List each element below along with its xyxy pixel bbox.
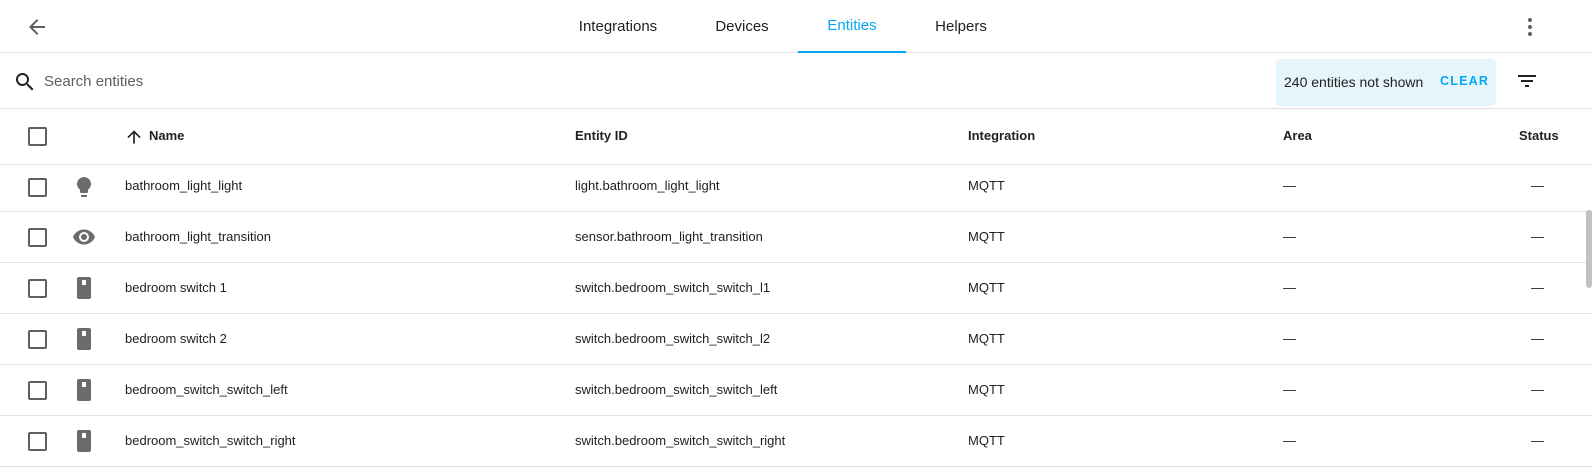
table-row[interactable]: bedroom_switch_switch_left switch.bedroo… — [0, 365, 1592, 416]
entity-area: — — [1283, 433, 1296, 448]
entity-status: — — [1531, 433, 1544, 448]
row-checkbox[interactable] — [28, 381, 47, 400]
filter-button[interactable] — [1514, 69, 1540, 93]
light-switch-icon — [77, 379, 91, 401]
entity-area: — — [1283, 382, 1296, 397]
entity-integration: MQTT — [968, 229, 1005, 244]
entity-id: switch.bedroom_switch_switch_right — [575, 433, 786, 448]
filter-variant-icon — [1518, 75, 1536, 87]
column-header-area[interactable]: Area — [1283, 128, 1312, 143]
entity-integration: MQTT — [968, 331, 1005, 346]
tab-label: Helpers — [935, 18, 987, 35]
table-header: Name Entity ID Integration Area Status — [0, 109, 1592, 165]
table-row[interactable]: bedroom switch 2 switch.bedroom_switch_s… — [0, 314, 1592, 365]
entity-id: switch.bedroom_switch_switch_l1 — [575, 280, 771, 295]
tab-integrations[interactable]: Integrations — [570, 0, 666, 53]
search-filter-bar: 240 entities not shown CLEAR — [0, 53, 1592, 109]
column-header-status[interactable]: Status — [1519, 128, 1559, 143]
arrow-left-icon — [29, 19, 45, 35]
entity-name: bedroom switch 1 — [125, 280, 227, 295]
clear-filter-button[interactable]: CLEAR — [1440, 74, 1489, 88]
entity-area: — — [1283, 331, 1296, 346]
entity-name: bedroom switch 2 — [125, 331, 227, 346]
table-row[interactable]: bathroom_light_transition sensor.bathroo… — [0, 212, 1592, 263]
entity-status: — — [1531, 280, 1544, 295]
light-switch-icon — [77, 277, 91, 299]
top-app-bar: Integrations Devices Entities Helpers — [0, 0, 1592, 53]
column-header-integration[interactable]: Integration — [968, 128, 1035, 143]
row-checkbox[interactable] — [28, 432, 47, 451]
lightbulb-icon — [77, 177, 91, 197]
hidden-entities-banner: 240 entities not shown CLEAR — [1276, 59, 1496, 106]
entity-integration: MQTT — [968, 280, 1005, 295]
row-checkbox[interactable] — [28, 228, 47, 247]
hidden-entities-count: 240 entities not shown — [1284, 74, 1424, 90]
column-header-entity-id[interactable]: Entity ID — [575, 128, 628, 143]
row-checkbox[interactable] — [28, 178, 47, 197]
entity-name: bedroom_switch_switch_right — [125, 433, 296, 448]
entity-status: — — [1531, 229, 1544, 244]
select-all-checkbox[interactable] — [28, 127, 47, 146]
tab-label: Entities — [827, 17, 877, 34]
light-switch-icon — [77, 328, 91, 350]
entity-area: — — [1283, 178, 1296, 193]
entity-id: light.bathroom_light_light — [575, 178, 720, 193]
vertical-scrollbar[interactable] — [1586, 210, 1592, 288]
search-icon — [16, 73, 34, 91]
tab-devices[interactable]: Devices — [702, 0, 782, 53]
table-row[interactable]: bathroom_light_light light.bathroom_ligh… — [0, 165, 1592, 212]
dots-vertical-icon — [1528, 18, 1532, 36]
entity-id: switch.bedroom_switch_switch_left — [575, 382, 778, 397]
row-checkbox[interactable] — [28, 279, 47, 298]
entity-id: sensor.bathroom_light_transition — [575, 229, 763, 244]
tab-label: Devices — [715, 18, 769, 35]
entity-area: — — [1283, 229, 1296, 244]
entity-name: bedroom_switch_switch_left — [125, 382, 288, 397]
entity-name: bathroom_light_light — [125, 178, 243, 193]
tab-helpers[interactable]: Helpers — [922, 0, 1000, 53]
table-row[interactable]: bedroom_switch_switch_right switch.bedro… — [0, 416, 1592, 467]
entity-status: — — [1531, 178, 1544, 193]
arrow-up-icon[interactable] — [124, 127, 144, 147]
back-button[interactable] — [22, 12, 52, 42]
entity-area: — — [1283, 280, 1296, 295]
entity-integration: MQTT — [968, 433, 1005, 448]
search-input[interactable] — [44, 67, 644, 95]
entity-id: switch.bedroom_switch_switch_l2 — [575, 331, 771, 346]
table-row[interactable]: bedroom switch 1 switch.bedroom_switch_s… — [0, 263, 1592, 314]
tab-entities[interactable]: Entities — [798, 0, 906, 53]
tab-label: Integrations — [578, 18, 658, 35]
row-checkbox[interactable] — [28, 330, 47, 349]
column-header-name[interactable]: Name — [149, 128, 184, 143]
entity-integration: MQTT — [968, 382, 1005, 397]
eye-icon — [73, 229, 95, 245]
light-switch-icon — [77, 430, 91, 452]
overflow-menu-button[interactable] — [1518, 12, 1542, 42]
entity-status: — — [1531, 331, 1544, 346]
entity-status: — — [1531, 382, 1544, 397]
entity-name: bathroom_light_transition — [125, 229, 271, 244]
entity-integration: MQTT — [968, 178, 1005, 193]
